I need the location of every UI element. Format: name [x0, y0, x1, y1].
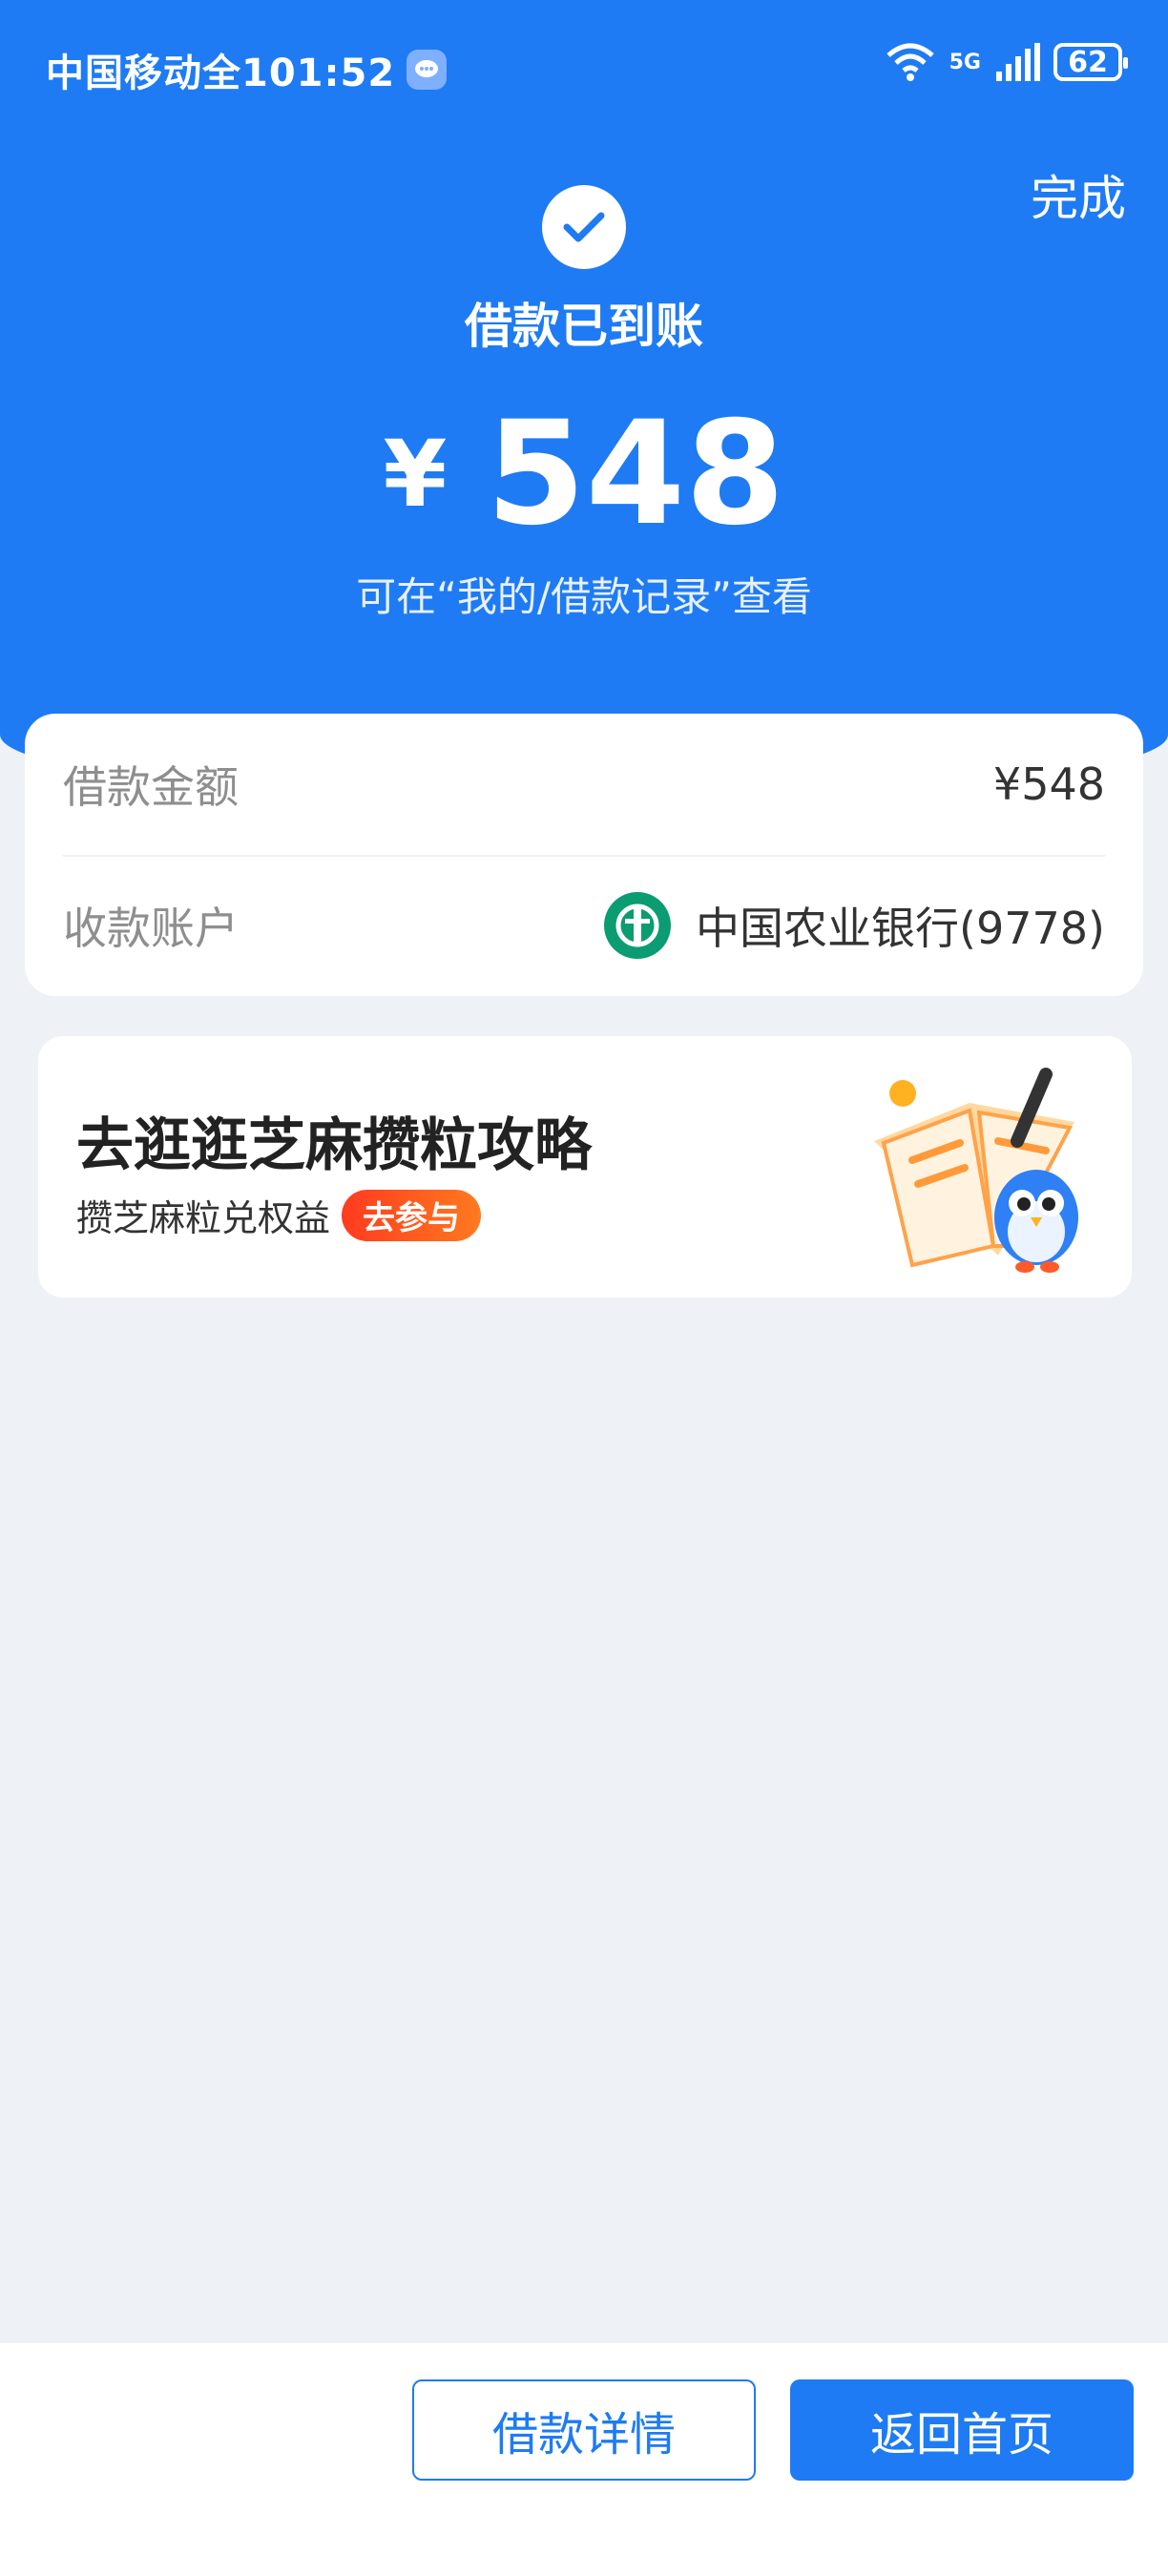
page-title: 借款已到账 [465, 299, 703, 354]
loan-details-button[interactable]: 借款详情 [412, 2379, 756, 2481]
banner-title: 去逛逛芝麻攒粒攻略 [76, 1112, 592, 1179]
loan-amount-row: 借款金额 ¥548 [63, 714, 1105, 857]
abc-bank-logo-icon [604, 892, 672, 959]
wifi-icon [886, 43, 934, 81]
battery-icon: 62 [1053, 43, 1128, 81]
owl-mascot-icon [874, 1068, 1078, 1273]
currency-symbol: ¥ [383, 421, 448, 528]
account-row: 收款账户 中国农业银行(9778) [63, 855, 1105, 996]
loan-amount-label: 借款金额 [63, 761, 239, 813]
record-hint: 可在“我的/借款记录”查看 [356, 573, 812, 620]
account-value: 中国农业银行(9778) [696, 903, 1105, 954]
banner-subtitle-row: 攒芝麻粒兑权益 去参与 [76, 1189, 482, 1241]
account-value-wrap: 中国农业银行(9778) [604, 892, 1105, 959]
promo-banner[interactable]: 去逛逛芝麻攒粒攻略 攒芝麻粒兑权益 去参与 [38, 1036, 1132, 1298]
amount-display: ¥ 548 [0, 391, 1168, 557]
status-right: 5G 62 [885, 42, 1128, 82]
back-home-button[interactable]: 返回首页 [790, 2379, 1134, 2481]
banner-subtitle: 攒芝麻粒兑权益 [76, 1197, 331, 1239]
account-label: 收款账户 [63, 903, 239, 954]
join-button[interactable]: 去参与 [342, 1189, 482, 1241]
done-button[interactable]: 完成 [1031, 160, 1126, 229]
carrier-time: 中国移动全101:52 [46, 52, 396, 95]
loan-amount-value: ¥548 [992, 758, 1105, 810]
battery-level: 62 [1068, 45, 1108, 79]
status-left: 中国移动全101:52 [46, 42, 448, 97]
amount-value: 548 [486, 391, 785, 557]
bottom-action-bar: 借款详情 返回首页 [0, 2343, 1168, 2576]
network-label: 5G [949, 50, 981, 74]
details-card: 借款金额 ¥548 收款账户 中国农业银行(9778) [25, 714, 1143, 996]
check-icon [542, 185, 626, 269]
message-icon [407, 50, 448, 90]
signal-icon [996, 43, 1040, 81]
status-bar: 中国移动全101:52 5G 62 [0, 0, 1168, 134]
